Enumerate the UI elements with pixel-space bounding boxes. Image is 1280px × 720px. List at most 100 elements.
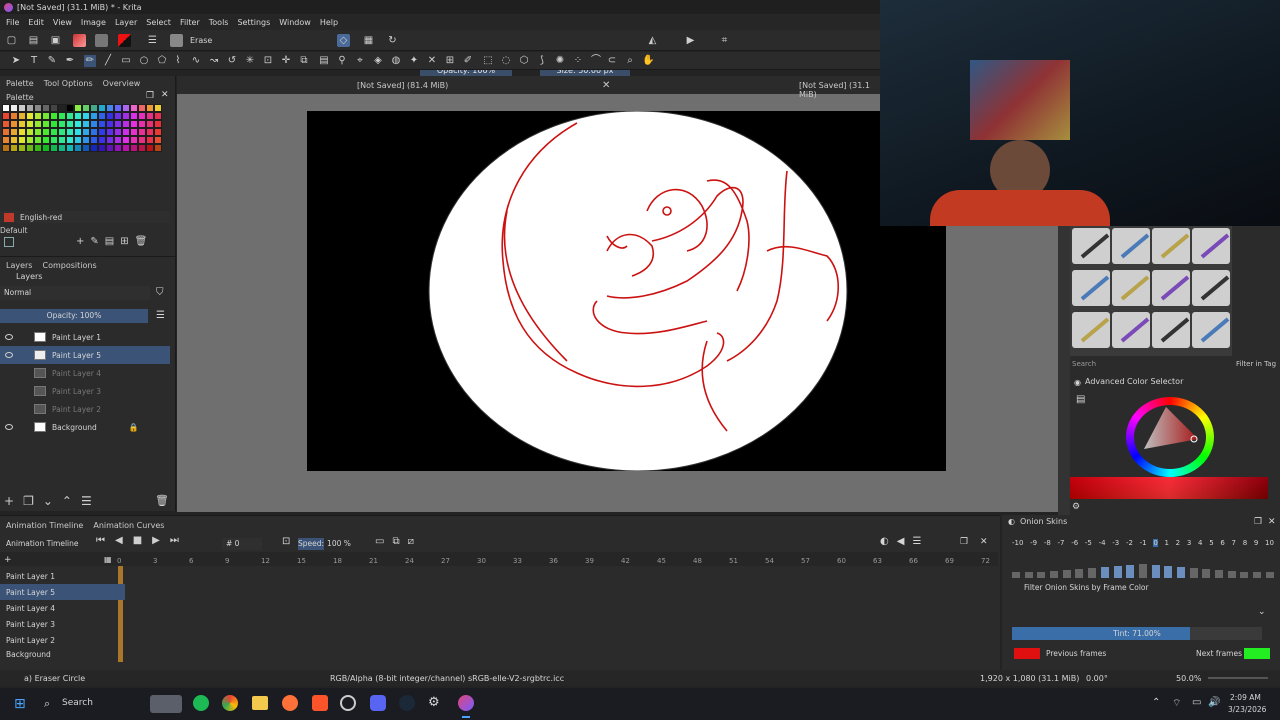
obs-icon[interactable] — [340, 695, 356, 711]
palette-swatch[interactable] — [66, 112, 74, 120]
palette-swatch[interactable] — [2, 112, 10, 120]
frame-field[interactable]: # 0 — [222, 538, 262, 550]
palette-swatch[interactable] — [50, 104, 58, 112]
move-up-icon[interactable]: ⌃ — [62, 494, 72, 508]
onion-frame-number[interactable]: 7 — [1232, 539, 1236, 547]
tab-palette[interactable]: Palette — [6, 79, 34, 88]
layer-row[interactable]: Paint Layer 3 — [0, 382, 170, 400]
onion-opacity-bar[interactable] — [1075, 569, 1084, 578]
layer-row-selected[interactable]: Paint Layer 5 — [0, 346, 170, 364]
onion-opacity-bar[interactable] — [1113, 566, 1122, 578]
taskbar-search-label[interactable]: Search — [62, 698, 93, 708]
palette-swatch[interactable] — [114, 144, 122, 152]
color-triangle[interactable] — [1136, 403, 1206, 465]
float-timeline-icon[interactable]: ❐ — [960, 537, 968, 547]
first-frame-icon[interactable]: ⏮ — [96, 535, 105, 546]
brush-preset-tile[interactable] — [1112, 312, 1150, 348]
onion-frame-number[interactable]: -4 — [1099, 539, 1106, 547]
palette-swatch[interactable] — [106, 136, 114, 144]
settings-gear-icon[interactable]: ⚙ — [428, 695, 444, 711]
palette-swatch[interactable] — [26, 128, 34, 136]
palette-swatch[interactable] — [82, 120, 90, 128]
menu-file[interactable]: File — [6, 18, 19, 27]
palette-swatch[interactable] — [146, 112, 154, 120]
freehand-path-icon[interactable]: ↝ — [208, 55, 220, 67]
filter-onion-label[interactable]: Filter Onion Skins by Frame Color — [1024, 583, 1149, 592]
palette-swatch[interactable] — [74, 120, 82, 128]
palette-swatch[interactable] — [98, 104, 106, 112]
color-picker-icon[interactable]: ⚲ — [336, 55, 348, 67]
network-icon[interactable]: ▭ — [1192, 697, 1201, 708]
palette-swatches[interactable] — [2, 104, 162, 152]
add-layer-to-timeline-icon[interactable]: + — [4, 555, 12, 565]
palette-swatch[interactable] — [90, 136, 98, 144]
palette-set-name[interactable]: Default — [0, 226, 27, 235]
preserve-alpha-icon[interactable]: ▦ — [362, 34, 375, 47]
palette-swatch[interactable] — [90, 112, 98, 120]
palette-swatch[interactable] — [98, 144, 106, 152]
chrome-icon[interactable] — [222, 695, 238, 711]
ellipse-tool-icon[interactable]: ○ — [138, 55, 150, 67]
move-down-icon[interactable]: ⌄ — [43, 494, 53, 508]
palette-swatch[interactable] — [58, 120, 66, 128]
palette-swatch[interactable] — [130, 112, 138, 120]
palette-swatch[interactable] — [122, 136, 130, 144]
palette-grid-icon[interactable] — [4, 237, 14, 247]
visibility-icon[interactable] — [5, 352, 13, 358]
palette-swatch[interactable] — [50, 136, 58, 144]
onion-opacity-bar[interactable] — [1050, 571, 1059, 578]
zoom-tool-icon[interactable]: ⌕ — [624, 55, 636, 67]
rotation-angle-label[interactable]: 0.00° — [1086, 674, 1108, 683]
palette-swatch[interactable] — [34, 112, 42, 120]
palette-swatch[interactable] — [34, 144, 42, 152]
palette-swatch[interactable] — [98, 112, 106, 120]
palette-swatch[interactable] — [26, 120, 34, 128]
float-onion-icon[interactable]: ❐ — [1254, 517, 1262, 527]
onion-opacity-bar[interactable] — [1202, 569, 1211, 578]
palette-swatch[interactable] — [2, 128, 10, 136]
onion-frame-number[interactable]: 6 — [1220, 539, 1224, 547]
onion-frame-number[interactable]: 1 — [1165, 539, 1169, 547]
timeline-row[interactable]: Paint Layer 3 — [0, 616, 125, 632]
line-tool-icon[interactable]: ╱ — [102, 55, 114, 67]
menu-edit[interactable]: Edit — [28, 18, 44, 27]
palette-swatch[interactable] — [66, 136, 74, 144]
palette-swatch[interactable] — [58, 128, 66, 136]
onion-frame-number[interactable]: -9 — [1030, 539, 1037, 547]
tab-overview[interactable]: Overview — [103, 79, 141, 88]
save-icon[interactable]: ▣ — [49, 34, 62, 47]
palette-swatch[interactable] — [26, 112, 34, 120]
palette-swatch[interactable] — [98, 128, 106, 136]
enclose-fill-icon[interactable]: ◍ — [390, 55, 402, 67]
palette-swatch[interactable] — [98, 136, 106, 144]
palette-swatch[interactable] — [10, 136, 18, 144]
palette-swatch[interactable] — [154, 120, 162, 128]
palette-swatch[interactable] — [58, 144, 66, 152]
volume-icon[interactable]: 🔊 — [1208, 697, 1220, 708]
palette-swatch[interactable] — [154, 112, 162, 120]
brush-preset-tile[interactable] — [1072, 228, 1110, 264]
onion-opacity-bar[interactable] — [1227, 571, 1236, 578]
dynamic-brush-icon[interactable]: ↺ — [226, 55, 238, 67]
brush-preset-tile[interactable] — [1072, 270, 1110, 306]
palette-swatch[interactable] — [82, 128, 90, 136]
onion-opacity-bar[interactable] — [1240, 572, 1249, 578]
color-refresh-icon[interactable]: ⚙ — [1072, 502, 1080, 512]
palette-swatch[interactable] — [66, 144, 74, 152]
zoom-slider[interactable] — [1208, 677, 1268, 679]
palette-swatch[interactable] — [34, 136, 42, 144]
palette-swatch[interactable] — [122, 128, 130, 136]
brush-preset-tile[interactable] — [1192, 228, 1230, 264]
palette-swatch[interactable] — [74, 144, 82, 152]
tab-compositions[interactable]: Compositions — [42, 261, 96, 270]
select-shapes-icon[interactable]: ➤ — [10, 55, 22, 67]
mirror-vertical-icon[interactable]: ▶ — [684, 34, 697, 47]
palette-swatch[interactable] — [10, 128, 18, 136]
palette-swatch[interactable] — [42, 104, 50, 112]
color-selector-settings-icon[interactable]: ▤ — [1076, 394, 1085, 405]
prev-frame-icon[interactable]: ◀ — [115, 535, 123, 546]
brush-preset-tile[interactable] — [1152, 312, 1190, 348]
onion-frame-number[interactable]: -5 — [1085, 539, 1092, 547]
palette-swatch[interactable] — [122, 104, 130, 112]
palette-swatch[interactable] — [10, 120, 18, 128]
